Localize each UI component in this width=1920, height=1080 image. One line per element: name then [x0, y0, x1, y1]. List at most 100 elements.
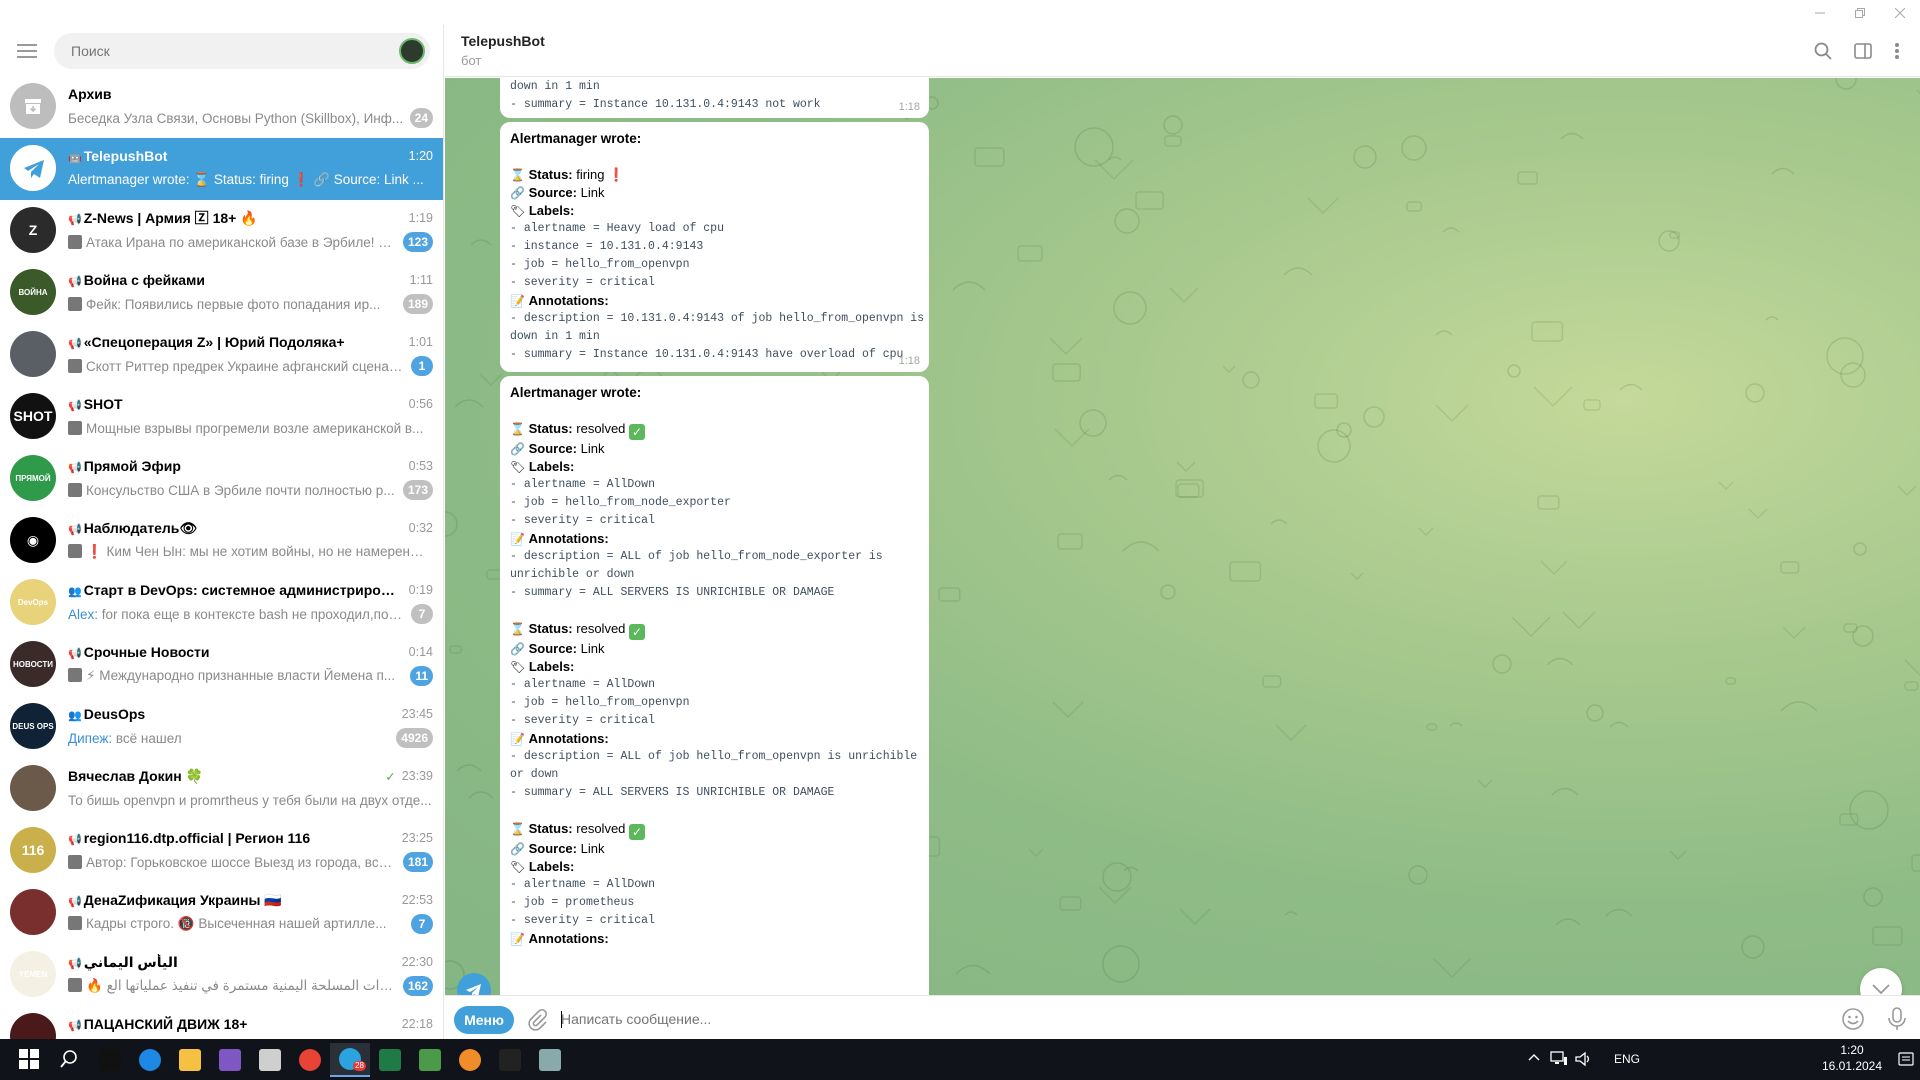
app-misc-taskbar-button[interactable] [530, 1043, 570, 1077]
chat-item[interactable]: DEUS OPS 👥 DeusOps 23:45 Дипеж: всё нашел 492… [0, 696, 443, 758]
source-line: 🔗 Source: Link [510, 840, 919, 858]
chat-item[interactable]: DevOps 👥 Старт в DevOps: системное админис… [0, 572, 443, 634]
avatar-label: DEUS OPS [12, 721, 54, 731]
task-manager-taskbar-button[interactable] [410, 1043, 450, 1077]
minimize-button[interactable] [1800, 0, 1840, 25]
status-line-resolved: ⌛ Status: resolved ✓ [510, 620, 919, 640]
chat-item[interactable]: ◉ 📢 Наблюдатель👁 0:32 ❗ Ким Чен Ын: мы не хо… [0, 510, 443, 572]
chat-preview: Alertmanager wrote: ⌛ Status: firing ❗ 🔗… [68, 172, 433, 188]
close-button[interactable] [1880, 0, 1920, 25]
chat-preview-text: ❗ Ким Чен Ын: мы не хотим войны, но не н… [86, 544, 433, 559]
search-button[interactable] [1811, 39, 1835, 63]
chat-title-text: Срочные Новости [83, 644, 210, 660]
line-emoji: ⌛ [510, 622, 525, 636]
chat-item[interactable]: Вячеслав Докин 🍀 ✓ 23:39 То бишь openvpn и … [0, 758, 443, 820]
bot-avatar[interactable] [457, 973, 491, 995]
telegram-desktop-window: Архив Беседка Узла Связи, Основы Python (… [0, 0, 1920, 1080]
chevron-up-icon[interactable] [1528, 1053, 1540, 1061]
chat-item[interactable]: 📢 «Спецоперация Z» | Юрий Подоляка+ 1:01 Ск… [0, 324, 443, 386]
channel-icon: 📢 [68, 338, 82, 350]
chat-title-row: 📢 ПАЦАНСКИЙ ДВИЖ 18+ 22:18 [68, 1014, 433, 1034]
alert-field-line: - summary = Instance 10.131.0.4:9143 not… [510, 98, 821, 111]
windows-taskbar: 28 ENG 1:20 16.01.2024 [0, 1039, 1920, 1080]
file-explorer-taskbar-button[interactable] [170, 1043, 210, 1077]
chat-info: 👥 DeusOps 23:45 Дипеж: всё нашел 4926 [68, 704, 433, 749]
bot-menu-button[interactable]: Меню [454, 1006, 514, 1034]
photos-taskbar-button[interactable] [210, 1043, 250, 1077]
channel-icon: 📢 [68, 400, 82, 412]
chat-header[interactable]: TelepushBot бот [445, 25, 1920, 77]
search-icon [59, 1049, 81, 1071]
chat-title: 📢 Война с фейками [68, 272, 404, 288]
chat-time: 1:01 [408, 335, 433, 349]
chat-preview-text: Беседка Узла Связи, Основы Python (Skill… [68, 110, 404, 126]
paperclip-icon [528, 1008, 548, 1031]
chat-title-row: 👥 DeusOps 23:45 [68, 704, 433, 724]
chat-avatar: YEMEN [10, 951, 56, 997]
chat-item[interactable]: 📢 ПАЦАНСКИЙ ДВИЖ 18+ 22:18 [0, 1006, 443, 1039]
line-label: Status: [528, 821, 573, 836]
chat-item[interactable]: YEMEN 📢اليأس اليماني 22:30 🔥 القوات المسلحة… [0, 944, 443, 1006]
line-label: Annotations: [528, 531, 609, 546]
3d-viewer-taskbar-button[interactable] [250, 1043, 290, 1077]
chat-item[interactable]: 📢 ДенаZификация Украины 🇷🇺 22:53 Кадры стро… [0, 882, 443, 944]
excel-taskbar-button[interactable] [370, 1043, 410, 1077]
message-input[interactable] [561, 1004, 1461, 1034]
search-input[interactable] [71, 42, 371, 59]
line-emoji: 📝 [510, 294, 525, 308]
avatar-label: 116 [21, 842, 45, 858]
status-line-resolved: ⌛ Status: resolved ✓ [510, 820, 919, 840]
hamburger-menu-button[interactable] [0, 25, 54, 76]
app-orange-taskbar-button[interactable] [450, 1043, 490, 1077]
more-options-button[interactable] [1885, 39, 1909, 63]
chat-title: 📢 Прямой Эфир [68, 458, 403, 474]
language-indicator[interactable]: ENG [1614, 1052, 1640, 1066]
telegram-unread-badge: 28 [353, 1061, 366, 1071]
search-box[interactable] [54, 32, 430, 69]
chat-time: 1:19 [408, 211, 433, 225]
chat-preview-row: Беседка Узла Связи, Основы Python (Skill… [68, 107, 433, 129]
line-emoji: 🔗 [510, 442, 525, 456]
edge-taskbar-button[interactable] [130, 1043, 170, 1077]
chat-info: Архив Беседка Узла Связи, Основы Python (… [68, 84, 433, 129]
alert-field-line: - alertname = AllDown [510, 478, 655, 491]
chat-title-row: Вячеслав Докин 🍀 ✓ 23:39 [68, 766, 433, 786]
chat-item[interactable]: SHOT 📢 SHOT 0:56 Мощные взрывы прогремели во… [0, 386, 443, 448]
attach-button[interactable] [525, 1008, 549, 1032]
telegram-taskbar-button[interactable]: 28 [330, 1043, 370, 1077]
alert-field-line: - alertname = AllDown [510, 878, 655, 891]
field-key: alertname [523, 678, 586, 691]
windows-start-icon [19, 1049, 41, 1071]
chat-item[interactable]: 🤖 TelepushBot 1:20 Alertmanager wrote: ⌛ St… [0, 138, 443, 200]
restore-button[interactable] [1840, 0, 1880, 25]
preview-thumbnail [68, 482, 82, 497]
chrome-taskbar-button[interactable] [290, 1043, 330, 1077]
chat-title-text: TelepushBot [83, 148, 168, 164]
chat-item[interactable]: Z 📢 Z-News | Армия 🅉 18+ 🔥 1:19 Атака Ирана … [0, 200, 443, 262]
network-icon[interactable] [1550, 1051, 1568, 1067]
terminal-taskbar-button[interactable] [490, 1043, 530, 1077]
clock[interactable]: 1:20 16.01.2024 [1812, 1043, 1892, 1073]
voice-message-button[interactable] [1885, 1006, 1909, 1032]
emoji-button[interactable] [1841, 1007, 1865, 1031]
archive-item[interactable]: Архив Беседка Узла Связи, Основы Python (… [0, 76, 443, 138]
chat-item[interactable]: ВОЙНА 📢 Война с фейками 1:11 Фейк: Появились… [0, 262, 443, 324]
chat-item[interactable]: НОВОСТИ 📢 Срочные Новости 0:14 ⚡ Международн… [0, 634, 443, 696]
tiktok-taskbar-button[interactable] [90, 1043, 130, 1077]
sidebar-top-bar [0, 25, 443, 76]
field-value: Instance 10.131.0.4:9143 have overload o… [592, 348, 904, 361]
search-taskbar-button[interactable] [50, 1043, 90, 1077]
sidebar-toggle-button[interactable] [1851, 39, 1875, 63]
annotations-heading: 📝 Annotations: [510, 292, 919, 310]
chat-item[interactable]: ПРЯМОЙ 📢 Прямой Эфир 0:53 Консульство США в … [0, 448, 443, 510]
channel-icon: 📢 [68, 276, 82, 288]
windows-start-taskbar-button[interactable] [10, 1043, 50, 1077]
volume-icon[interactable] [1574, 1051, 1592, 1067]
notification-icon[interactable] [1898, 1052, 1914, 1068]
chat-item[interactable]: 116 📢 region116.dtp.official | Регион 116 2… [0, 820, 443, 882]
alert-field-continuation: down in 1 min [510, 330, 600, 343]
channel-icon: 📢 [68, 1020, 82, 1032]
field-value: hello_from_node_exporter [565, 496, 731, 509]
story-avatar[interactable] [399, 37, 425, 64]
field-value: AllDown [606, 478, 655, 491]
